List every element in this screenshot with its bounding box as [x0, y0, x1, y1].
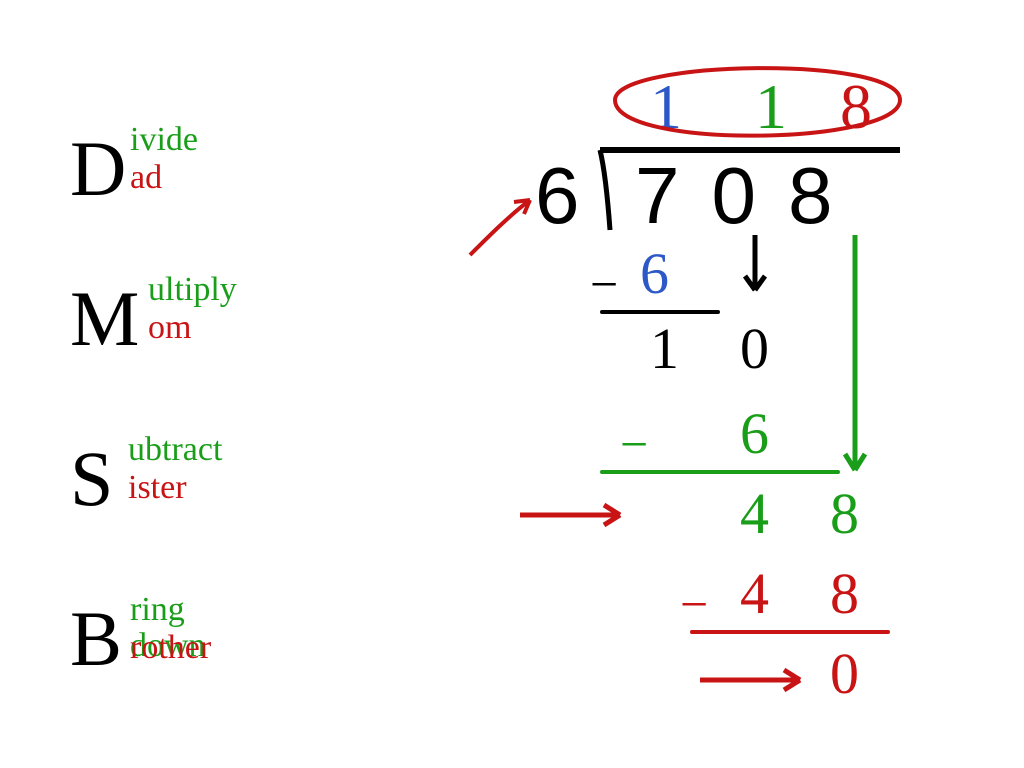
mnemonic-b-letter: B: [70, 595, 122, 682]
whiteboard: D ivide ad M ultiply om S ubtract ister …: [0, 0, 1024, 768]
step3-minus: −: [680, 575, 708, 633]
quotient-digit-3: 8: [840, 70, 872, 144]
step3-four: 4: [740, 560, 769, 627]
step3-bar: [690, 630, 890, 634]
mnemonic-b-bottom: rother: [130, 630, 211, 666]
mnemonic-d-bottom: ad: [130, 160, 162, 196]
mnemonic-s: S ubtract ister: [70, 440, 113, 518]
division-bracket-vertical: [600, 150, 610, 230]
mnemonic-m: M ultiply om: [70, 280, 139, 358]
step2-res-4: 4: [740, 480, 769, 547]
mnemonic-m-top: ultiply: [148, 272, 237, 308]
step2-bar: [600, 470, 840, 474]
remainder: 0: [830, 640, 859, 707]
step1-bar: [600, 310, 720, 314]
step2-res-8: 8: [830, 480, 859, 547]
mnemonic-m-bottom: om: [148, 310, 191, 346]
step3-eight: 8: [830, 560, 859, 627]
quotient-digit-2: 1: [755, 70, 787, 144]
dividend: 708: [635, 150, 864, 242]
mnemonic-d-top: ivide: [130, 122, 198, 158]
mnemonic-s-letter: S: [70, 435, 113, 522]
mnemonic-s-top: ubtract: [128, 432, 222, 468]
step1-six: 6: [640, 240, 669, 307]
step2-minus: −: [620, 415, 648, 473]
step1-res-0: 0: [740, 315, 769, 382]
mnemonic-d: D ivide ad: [70, 130, 126, 208]
step1-res-1: 1: [650, 315, 679, 382]
quotient-digit-1: 1: [650, 70, 682, 144]
mnemonic-s-bottom: ister: [128, 470, 187, 506]
mnemonic-b: B ring down rother: [70, 600, 122, 678]
step1-minus: −: [590, 255, 618, 313]
arrow-to-divisor: [470, 200, 530, 255]
mnemonic-m-letter: M: [70, 275, 139, 362]
mnemonic-d-letter: D: [70, 125, 126, 212]
divisor: 6: [535, 150, 580, 242]
step2-six: 6: [740, 400, 769, 467]
